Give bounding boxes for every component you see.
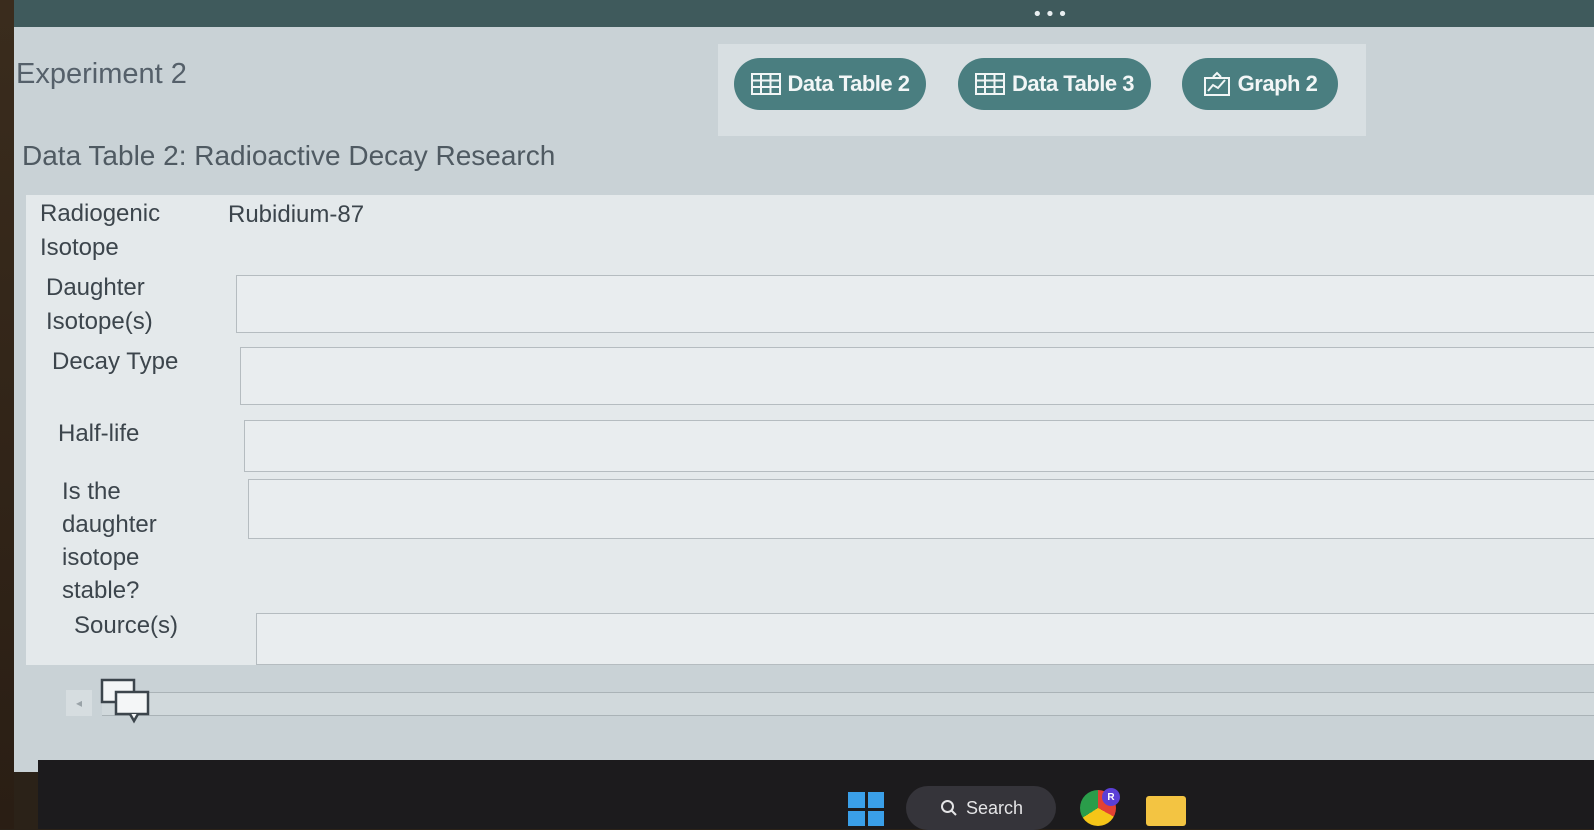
comment-icon[interactable]: [100, 678, 152, 724]
row-label-half-life: Half-life: [58, 420, 140, 447]
data-table: Radiogenic Isotope Rubidium-87 Daughter …: [26, 195, 1594, 665]
desk-edge: [0, 0, 14, 829]
row-label-radiogenic-isotope: Radiogenic Isotope: [40, 200, 161, 261]
data-table-3-label: Data Table 3: [1012, 71, 1134, 96]
data-table-2-button[interactable]: Data Table 2: [734, 58, 926, 110]
graph-2-button[interactable]: Graph 2: [1182, 58, 1338, 110]
sources-input[interactable]: [256, 613, 1594, 665]
table-title: Data Table 2: Radioactive Decay Research: [22, 140, 556, 171]
radiogenic-isotope-value: Rubidium-87: [228, 201, 365, 228]
profile-badge: R: [1102, 788, 1120, 806]
os-taskbar: Search R: [38, 760, 1594, 830]
window-top-bar: •••: [14, 0, 1594, 27]
table-icon: [975, 73, 1005, 95]
app-window: ••• Experiment 2 Data Table 2 Data Table…: [14, 0, 1594, 772]
table-icon: [750, 73, 781, 95]
row-label-sources: Source(s): [74, 612, 179, 639]
daughter-isotopes-input[interactable]: [236, 275, 1594, 333]
daughter-stable-input[interactable]: [248, 479, 1594, 539]
decay-type-input[interactable]: [240, 347, 1594, 405]
search-icon: [941, 800, 957, 816]
file-explorer-icon[interactable]: [1146, 796, 1186, 826]
scroll-left-arrow-icon[interactable]: ◂: [66, 690, 92, 716]
page-title: Experiment 2: [16, 58, 187, 90]
toolbar: Data Table 2 Data Table 3 Graph 2: [718, 44, 1366, 136]
graph-icon: [1203, 71, 1230, 96]
horizontal-scrollbar[interactable]: ◂: [42, 672, 1594, 732]
scroll-track[interactable]: [102, 692, 1594, 716]
graph-2-label: Graph 2: [1237, 71, 1318, 96]
row-label-daughter-stable: Is the daughter isotope stable?: [62, 478, 157, 604]
taskbar-search[interactable]: Search: [906, 786, 1056, 830]
row-label-daughter-isotopes: Daughter Isotope(s): [46, 274, 153, 335]
more-options-icon[interactable]: •••: [1032, 6, 1070, 24]
data-table-2-label: Data Table 2: [787, 71, 910, 96]
taskbar-search-label: Search: [966, 797, 1024, 818]
half-life-input[interactable]: [244, 420, 1594, 472]
data-table-3-button[interactable]: Data Table 3: [958, 58, 1151, 110]
row-label-decay-type: Decay Type: [52, 348, 179, 375]
windows-start-icon[interactable]: [848, 792, 884, 826]
